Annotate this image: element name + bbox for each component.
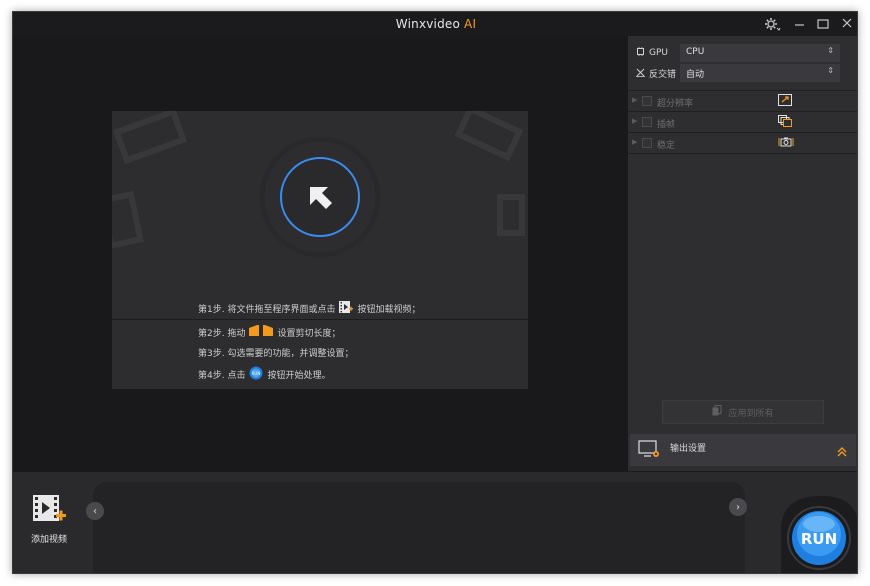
frame-interpolation-icon (778, 115, 792, 130)
deinterlace-label: 反交错 (649, 70, 677, 80)
bottom-bar: 添加视频 ‹ › RUN (13, 471, 857, 573)
run-inline-icon: RUN (249, 366, 263, 383)
hardware-settings: GPU CPU ⇕ 反交错 自动 ⇕ (636, 42, 844, 82)
expand-arrow-icon[interactable]: ▶ (632, 138, 637, 146)
deinterlace-icon (636, 68, 645, 80)
add-video-label: 添加视频 (30, 535, 67, 545)
minimize-icon[interactable] (791, 15, 809, 33)
drop-zone[interactable]: 第1步. 将文件拖至程序界面或点击 按钮加载视频； 第2步. 拖动 设置剪切长度… (112, 111, 528, 389)
video-list-strip[interactable] (93, 482, 745, 573)
expand-arrow-icon[interactable]: ▶ (632, 117, 637, 125)
expand-arrow-icon[interactable]: ▶ (632, 96, 637, 104)
feature-list-end (628, 153, 857, 154)
feature-label: 超分辨率 (657, 99, 694, 109)
select-caret-icon: ⇕ (827, 46, 834, 55)
app-window: Winxvideo AI 第1步. 将文件拖至程序界面或点击 按钮加载视频； 第… (12, 11, 858, 574)
feature-label: 插帧 (657, 120, 676, 130)
step-1-text: 第1步. 将文件拖至程序界面或点击 按钮加载视频； (198, 301, 420, 316)
feature-checkbox[interactable] (642, 96, 652, 106)
chevron-right-icon: › (736, 501, 740, 513)
scroll-right-button[interactable]: › (729, 498, 747, 516)
preview-area[interactable]: 第1步. 将文件拖至程序界面或点击 按钮加载视频； 第2步. 拖动 设置剪切长度… (13, 36, 627, 471)
close-icon[interactable] (839, 15, 857, 33)
output-settings-bar[interactable]: 输出设置 (630, 434, 856, 466)
title-bar: Winxvideo AI (13, 12, 857, 36)
step-4-text: 第4步. 点击 RUN 按钮开始处理。 (198, 366, 330, 383)
step-2-text: 第2步. 拖动 设置剪切长度； (198, 325, 340, 339)
copy-icon (712, 405, 722, 419)
run-button[interactable]: RUN (777, 490, 857, 573)
chip-icon (636, 47, 645, 59)
drop-zone-decoration (112, 111, 525, 258)
svg-text:RUN: RUN (252, 371, 261, 376)
stabilize-camera-icon (778, 136, 794, 151)
app-name: Winxvideo (395, 17, 461, 31)
select-caret-icon: ⇕ (827, 66, 834, 75)
step-3-text: 第3步. 勾选需要的功能，并调整设置； (198, 349, 354, 359)
output-settings-icon (638, 440, 662, 464)
chevron-left-icon: ‹ (93, 505, 97, 517)
chevron-double-up-icon[interactable] (836, 443, 848, 462)
feature-row-frame-interpolation[interactable]: ▶ 插帧 (628, 111, 857, 132)
apply-to-all-button[interactable]: 应用到所有 (662, 400, 824, 424)
deinterlace-select[interactable]: 自动 ⇕ (680, 64, 840, 82)
app-name-suffix: AI (464, 17, 477, 31)
add-video-icon (33, 495, 66, 521)
run-label: RUN (801, 530, 837, 548)
settings-gear-icon[interactable] (763, 15, 781, 33)
gpu-label: GPU (649, 48, 668, 58)
trim-handles-icon (249, 325, 274, 339)
feature-checkbox[interactable] (642, 117, 652, 127)
feature-checkbox[interactable] (642, 138, 652, 148)
gpu-row: GPU CPU ⇕ (636, 44, 844, 62)
scroll-left-button[interactable]: ‹ (86, 502, 104, 520)
add-video-button[interactable]: 添加视频 (27, 494, 71, 545)
gpu-select[interactable]: CPU ⇕ (680, 44, 840, 62)
deinterlace-row: 反交错 自动 ⇕ (636, 64, 844, 82)
settings-panel: GPU CPU ⇕ 反交错 自动 ⇕ ▶ 超分辨率 ▶ 插帧 ▶ 稳定 应用到所… (627, 36, 857, 471)
add-video-inline-icon (339, 301, 354, 316)
drop-zone-divider (112, 319, 528, 320)
feature-row-stabilization[interactable]: ▶ 稳定 (628, 132, 857, 153)
upscale-icon (778, 94, 792, 109)
feature-label: 稳定 (657, 141, 676, 151)
window-title: Winxvideo AI (13, 17, 857, 31)
maximize-icon[interactable] (814, 15, 832, 33)
output-settings-label: 输出设置 (670, 444, 707, 454)
feature-row-super-resolution[interactable]: ▶ 超分辨率 (628, 90, 857, 111)
